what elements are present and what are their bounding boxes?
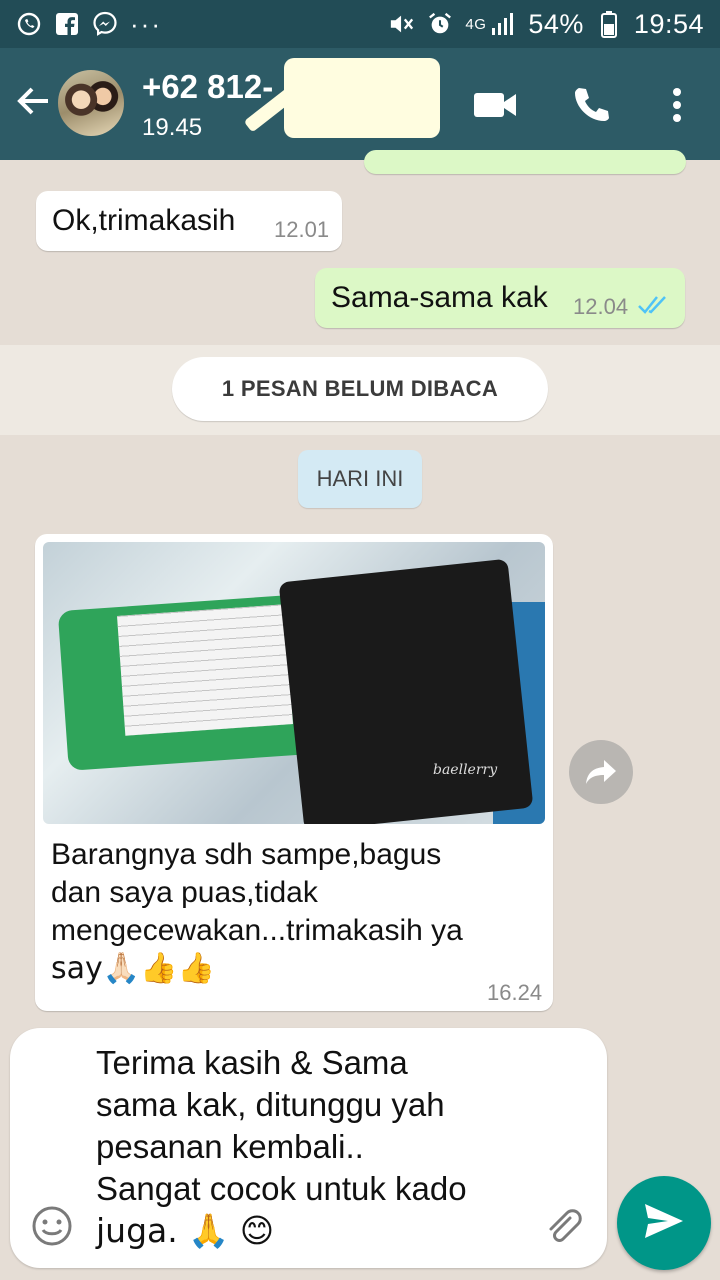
message-bubble-clipped <box>364 150 686 174</box>
double-check-icon <box>637 290 669 324</box>
chat-header: +62 812- 19.45 <box>0 48 720 160</box>
forward-icon[interactable] <box>569 740 633 804</box>
back-arrow-icon[interactable] <box>12 80 54 122</box>
contact-name[interactable]: +62 812- <box>142 68 273 106</box>
caption-line: dan saya puas,tidak <box>51 876 318 909</box>
input-line: Terima kasih & Sama <box>96 1044 408 1081</box>
input-line: Sangat cocok untuk kado <box>96 1170 467 1207</box>
unread-banner: 1 PESAN BELUM DIBACA <box>172 357 548 421</box>
more-vert-icon[interactable] <box>654 82 700 128</box>
mute-icon <box>389 11 415 37</box>
phone-icon[interactable] <box>568 82 614 128</box>
photo-shipping-label <box>117 604 293 736</box>
attach-icon[interactable] <box>540 1204 584 1253</box>
video-call-icon[interactable] <box>472 82 518 128</box>
day-divider: HARI INI <box>298 450 422 508</box>
input-line: juga. 🙏 😊 <box>96 1211 275 1250</box>
message-bubble-outgoing[interactable]: Sama-sama kak 12.04 <box>315 268 685 328</box>
message-input[interactable]: Terima kasih & Sama sama kak, ditunggu y… <box>96 1042 536 1252</box>
input-line: sama kak, ditunggu yah <box>96 1086 445 1123</box>
avatar[interactable] <box>56 68 126 138</box>
caption-line: say🙏🏻👍👍 <box>51 951 215 986</box>
send-icon <box>642 1201 686 1246</box>
photo-thumbnail[interactable]: baellerry <box>43 542 545 824</box>
status-bar-right: 4G 54% 19:54 <box>389 9 704 40</box>
message-time: 12.04 <box>573 294 629 319</box>
send-button[interactable] <box>617 1176 711 1270</box>
network-type: 4G <box>465 15 487 33</box>
input-line: pesanan kembali.. <box>96 1128 364 1165</box>
whatsapp-icon <box>16 11 42 37</box>
messenger-icon <box>92 11 118 37</box>
caption-line: mengecewakan...trimakasih ya <box>51 914 463 947</box>
message-bubble-incoming[interactable]: Ok,trimakasih 12.01 <box>36 191 342 251</box>
message-time: 16.24 <box>487 980 543 1005</box>
emoji-icon[interactable] <box>30 1204 74 1253</box>
battery-percent: 54% <box>528 8 584 39</box>
facebook-icon <box>54 11 80 37</box>
message-text: Ok,trimakasih <box>52 204 236 237</box>
last-seen: 19.45 <box>142 114 203 141</box>
redaction-callout <box>284 58 440 138</box>
status-bar: ··· 4G 54% 19:54 <box>0 0 720 48</box>
signal-icon <box>490 11 516 37</box>
battery-icon <box>596 11 622 38</box>
photo-caption: Barangnya sdh sampe,bagus dan saya puas,… <box>51 836 463 988</box>
message-composer[interactable]: Terima kasih & Sama sama kak, ditunggu y… <box>10 1028 607 1268</box>
photo-message-bubble[interactable]: baellerry Barangnya sdh sampe,bagus dan … <box>35 534 553 1011</box>
status-bar-left: ··· <box>16 9 162 40</box>
caption-line: Barangnya sdh sampe,bagus <box>51 838 442 871</box>
alarm-icon <box>427 11 453 37</box>
clock: 19:54 <box>633 8 704 39</box>
photo-black-wallet <box>278 558 534 824</box>
message-text: Sama-sama kak <box>331 281 548 314</box>
message-time: 12.01 <box>274 217 330 242</box>
more-notifications: ··· <box>130 8 162 39</box>
photo-wallet-brand: baellerry <box>433 762 498 778</box>
